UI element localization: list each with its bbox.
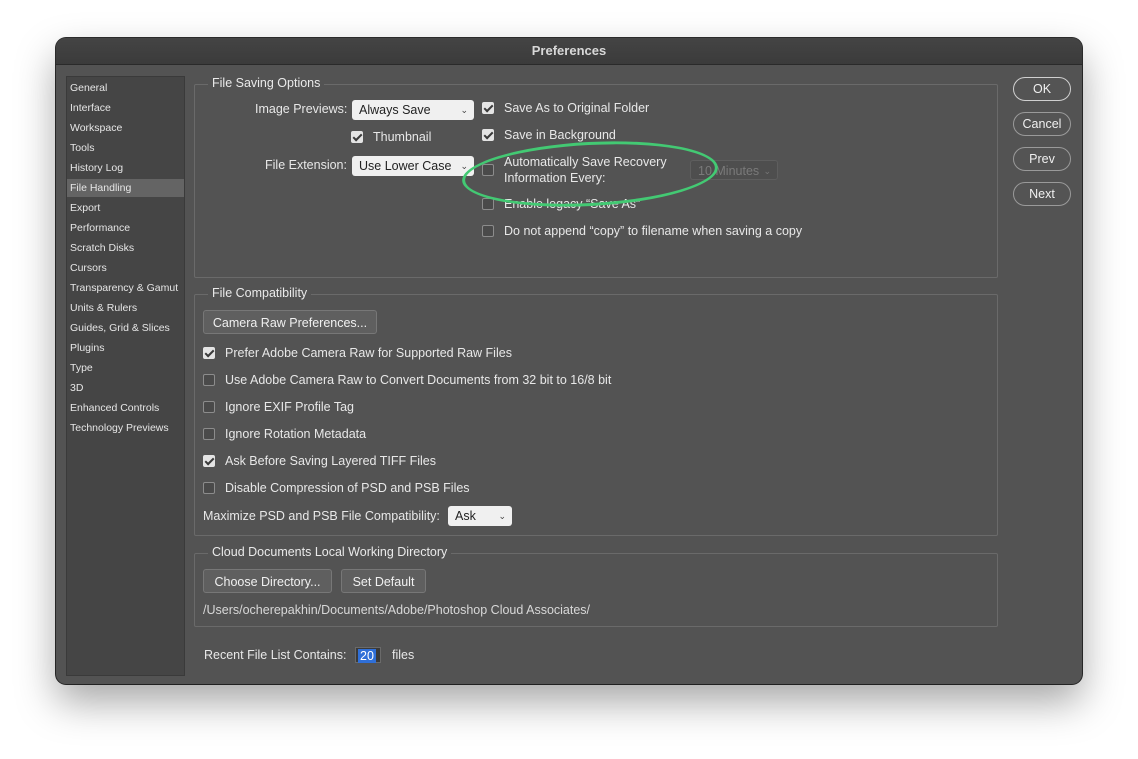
camera-raw-preferences-button[interactable]: Camera Raw Preferences... [203, 310, 377, 334]
image-previews-label: Image Previews: [255, 102, 348, 116]
no-copy-suffix-checkbox[interactable] [482, 225, 494, 237]
chevron-down-icon: ⌄ [460, 161, 468, 171]
window-title: Preferences [56, 38, 1082, 65]
maximize-compatibility-label: Maximize PSD and PSB File Compatibility: [203, 509, 440, 523]
save-in-background-label: Save in Background [504, 128, 616, 142]
chevron-down-icon: ⌄ [498, 511, 506, 521]
save-as-original-folder-checkbox[interactable] [482, 102, 494, 114]
chevron-down-icon: ⌄ [763, 166, 771, 176]
file-extension-value: Use Lower Case [359, 159, 452, 173]
sidebar-item-enhanced-controls[interactable]: Enhanced Controls [67, 399, 184, 417]
recent-file-count-input[interactable]: 20 [355, 647, 381, 663]
camera-raw-convert-checkbox[interactable] [203, 374, 215, 386]
camera-raw-convert-label: Use Adobe Camera Raw to Convert Document… [225, 373, 612, 387]
recent-file-list-label: Recent File List Contains: [204, 648, 347, 662]
sidebar-item-interface[interactable]: Interface [67, 99, 184, 117]
disable-compression-label: Disable Compression of PSD and PSB Files [225, 481, 470, 495]
sidebar-item-tools[interactable]: Tools [67, 139, 184, 157]
auto-save-interval-select[interactable]: 10 Minutes ⌄ [690, 160, 778, 180]
thumbnail-label: Thumbnail [373, 130, 432, 144]
chevron-down-icon: ⌄ [460, 105, 468, 115]
ignore-exif-checkbox[interactable] [203, 401, 215, 413]
file-extension-select[interactable]: Use Lower Case ⌄ [352, 156, 474, 176]
legacy-save-as-checkbox[interactable] [482, 198, 494, 210]
prev-button[interactable]: Prev [1013, 147, 1071, 171]
maximize-compatibility-select[interactable]: Ask ⌄ [448, 506, 512, 526]
preferences-window: Preferences General Interface Workspace … [56, 38, 1082, 684]
sidebar-item-performance[interactable]: Performance [67, 219, 184, 237]
sidebar-item-plugins[interactable]: Plugins [67, 339, 184, 357]
ok-button[interactable]: OK [1013, 77, 1071, 101]
sidebar-item-file-handling[interactable]: File Handling [67, 179, 184, 197]
maximize-compatibility-value: Ask [455, 509, 476, 523]
recent-file-count-value: 20 [358, 649, 376, 663]
auto-save-recovery-label-line2: Information Every: [504, 171, 606, 185]
choose-directory-button[interactable]: Choose Directory... [203, 569, 332, 593]
ignore-rotation-checkbox[interactable] [203, 428, 215, 440]
sidebar-item-guides-grid-slices[interactable]: Guides, Grid & Slices [67, 319, 184, 337]
set-default-button[interactable]: Set Default [341, 569, 426, 593]
next-button[interactable]: Next [1013, 182, 1071, 206]
prefer-camera-raw-checkbox[interactable] [203, 347, 215, 359]
disable-compression-checkbox[interactable] [203, 482, 215, 494]
cloud-directory-path: /Users/ocherepakhin/Documents/Adobe/Phot… [203, 603, 591, 617]
ask-layered-tiff-label: Ask Before Saving Layered TIFF Files [225, 454, 436, 468]
image-previews-value: Always Save [359, 103, 431, 117]
cloud-documents-title: Cloud Documents Local Working Directory [208, 545, 452, 559]
legacy-save-as-label: Enable legacy “Save As” [504, 197, 641, 211]
sidebar-item-workspace[interactable]: Workspace [67, 119, 184, 137]
sidebar-item-transparency-gamut[interactable]: Transparency & Gamut [67, 279, 184, 297]
sidebar-item-scratch-disks[interactable]: Scratch Disks [67, 239, 184, 257]
sidebar-item-cursors[interactable]: Cursors [67, 259, 184, 277]
sidebar-item-units-rulers[interactable]: Units & Rulers [67, 299, 184, 317]
save-in-background-checkbox[interactable] [482, 129, 494, 141]
sidebar-item-general[interactable]: General [67, 79, 184, 97]
recent-file-list-suffix: files [392, 648, 415, 662]
thumbnail-checkbox[interactable] [351, 131, 363, 143]
ask-layered-tiff-checkbox[interactable] [203, 455, 215, 467]
sidebar-item-technology-previews[interactable]: Technology Previews [67, 419, 184, 437]
auto-save-recovery-label-line1: Automatically Save Recovery [504, 155, 667, 169]
file-saving-options-title: File Saving Options [208, 76, 325, 90]
auto-save-interval-value: 10 Minutes [698, 164, 760, 178]
ignore-rotation-label: Ignore Rotation Metadata [225, 427, 367, 441]
save-as-original-folder-label: Save As to Original Folder [504, 101, 650, 115]
cancel-button[interactable]: Cancel [1013, 112, 1071, 136]
sidebar-item-3d[interactable]: 3D [67, 379, 184, 397]
no-copy-suffix-label: Do not append “copy” to filename when sa… [504, 224, 803, 238]
sidebar-item-type[interactable]: Type [67, 359, 184, 377]
file-extension-label: File Extension: [265, 158, 347, 172]
ignore-exif-label: Ignore EXIF Profile Tag [225, 400, 355, 414]
auto-save-recovery-checkbox[interactable] [482, 164, 494, 176]
sidebar-item-export[interactable]: Export [67, 199, 184, 217]
prefer-camera-raw-label: Prefer Adobe Camera Raw for Supported Ra… [225, 346, 512, 360]
sidebar-item-history-log[interactable]: History Log [67, 159, 184, 177]
image-previews-select[interactable]: Always Save ⌄ [352, 100, 474, 120]
file-compatibility-title: File Compatibility [208, 286, 312, 300]
preferences-sidebar: General Interface Workspace Tools Histor… [66, 76, 185, 676]
